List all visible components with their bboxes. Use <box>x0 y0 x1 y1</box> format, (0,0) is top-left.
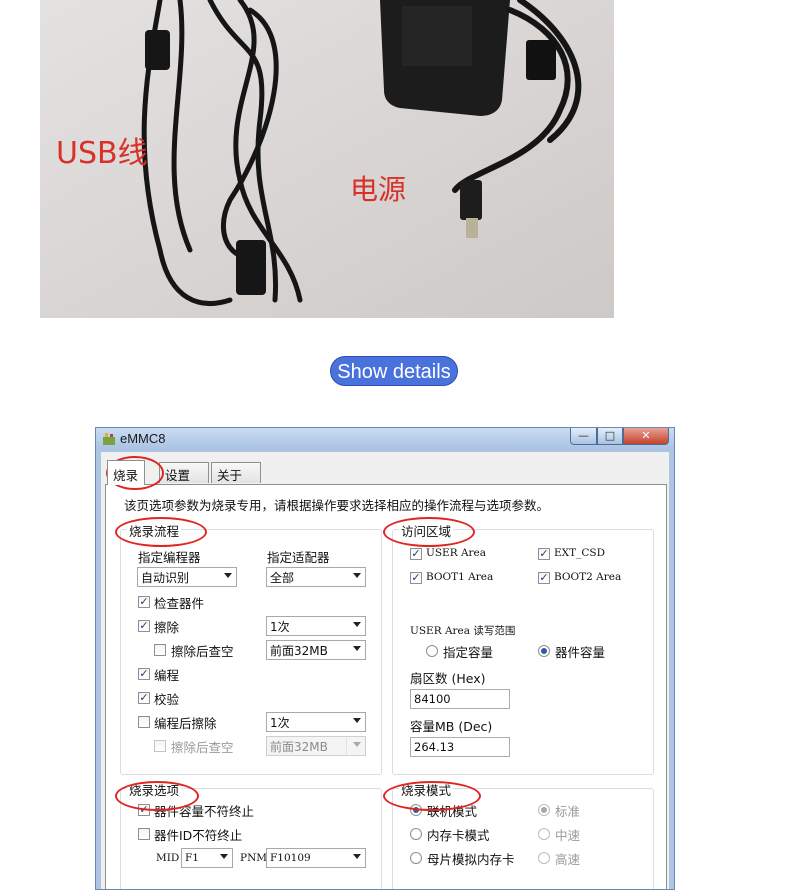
minimize-button[interactable]: — <box>570 428 597 445</box>
capacity-label: 容量MB (Dec) <box>410 719 493 734</box>
app-icon <box>103 433 115 445</box>
high-speed-label: 高速 <box>555 852 581 867</box>
medium-speed-label: 中速 <box>555 828 581 843</box>
pnm-value: F10109 <box>270 852 311 864</box>
chevron-down-icon <box>353 622 361 627</box>
ext-csd-checkbox[interactable]: ✓ <box>538 548 550 560</box>
specified-capacity-label: 指定容量 <box>443 645 494 660</box>
chevron-down-icon <box>220 854 228 859</box>
annotation-ring-burn-flow <box>115 517 207 547</box>
chevron-down-icon <box>224 573 232 578</box>
sector-label: 扇区数 (Hex) <box>410 671 486 686</box>
adapter-value: 全部 <box>270 571 295 585</box>
mid-value: F1 <box>185 852 199 864</box>
id-mismatch-checkbox[interactable] <box>138 828 150 840</box>
usb-cable-label: USB线 <box>56 136 148 171</box>
program-label: 编程 <box>154 668 180 683</box>
blank-range-2-select: 前面32MB <box>266 736 366 756</box>
programmer-value: 自动识别 <box>141 571 190 585</box>
chevron-down-icon <box>353 718 361 723</box>
blank-check-label: 擦除后查空 <box>171 644 234 659</box>
product-photo: USB线 电源 <box>40 0 614 318</box>
boot2-label: BOOT2 Area <box>554 571 622 583</box>
high-speed-radio <box>538 852 550 864</box>
blank-range-select[interactable]: 前面32MB <box>266 640 366 660</box>
programmer-label: 指定编程器 <box>138 550 201 565</box>
erase-after-program-count-select[interactable]: 1次 <box>266 712 366 732</box>
range-label-text: USER Area 读写范围 <box>410 625 516 637</box>
window-client: 烧录 设置 关于 该页选项参数为烧录专用，请根据操作要求选择相应的操作流程与选项… <box>101 452 669 889</box>
pnm-select[interactable]: F10109 <box>266 848 366 868</box>
chevron-down-icon <box>353 742 361 747</box>
show-details-button[interactable]: Show details <box>330 356 458 386</box>
check-device-checkbox[interactable]: ✓ <box>138 596 150 608</box>
adapter-label: 指定适配器 <box>267 550 330 565</box>
maximize-button[interactable]: □ <box>597 428 623 445</box>
intro-text: 该页选项参数为烧录专用，请根据操作要求选择相应的操作流程与选项参数。 <box>124 498 550 513</box>
mid-label: MID <box>156 852 180 864</box>
adapter-select[interactable]: 全部 <box>266 567 366 587</box>
standard-speed-label: 标准 <box>555 804 581 819</box>
blank-check-checkbox[interactable] <box>154 644 166 656</box>
mother-emulate-label: 母片模拟内存卡 <box>427 852 515 867</box>
medium-speed-radio <box>538 828 550 840</box>
check-device-label: 检查器件 <box>154 596 205 611</box>
annotation-ring-access-area <box>383 517 475 547</box>
annotation-ring-burn-options <box>115 781 199 811</box>
erase-after-program-count-value: 1次 <box>270 716 290 730</box>
ext-csd-label: EXT_CSD <box>554 547 606 559</box>
pnm-label: PNM <box>240 852 268 864</box>
tab-about[interactable]: 关于 <box>211 462 261 483</box>
device-capacity-label: 器件容量 <box>555 645 606 660</box>
memcard-mode-label: 内存卡模式 <box>427 828 490 843</box>
chevron-down-icon <box>353 573 361 578</box>
title-bar[interactable]: eMMC8 — □ ✕ <box>96 428 674 450</box>
erase-after-program-label: 编程后擦除 <box>154 716 217 731</box>
mid-select[interactable]: F1 <box>181 848 233 868</box>
user-area-label: USER Area <box>426 547 487 559</box>
blank-range-2-value: 前面32MB <box>270 740 328 754</box>
power-adapter-label: 电源 <box>350 173 407 206</box>
access-area-group: 访问区域 ✓ USER Area ✓ EXT_CSD ✓ BOOT1 Area … <box>392 521 654 775</box>
specified-capacity-radio[interactable] <box>426 645 438 657</box>
chevron-down-icon <box>353 854 361 859</box>
burn-flow-group: 烧录流程 指定编程器 指定适配器 自动识别 全部 ✓ 检查器件 ✓ 擦除 1次 … <box>120 521 382 775</box>
window-title: eMMC8 <box>120 431 166 446</box>
erase-checkbox[interactable]: ✓ <box>138 620 150 632</box>
boot2-checkbox[interactable]: ✓ <box>538 572 550 584</box>
standard-speed-radio <box>538 804 550 816</box>
erase-label: 擦除 <box>154 620 180 635</box>
blank-check-2-label: 擦除后查空 <box>171 740 234 755</box>
capacity-input[interactable]: 264.13 <box>410 737 510 757</box>
chevron-down-icon <box>353 646 361 651</box>
blank-range-value: 前面32MB <box>270 644 328 658</box>
id-mismatch-label: 器件ID不符终止 <box>154 828 243 843</box>
memcard-mode-radio[interactable] <box>410 828 422 840</box>
user-area-checkbox[interactable]: ✓ <box>410 548 422 560</box>
blank-check-2-checkbox <box>154 740 166 752</box>
programmer-select[interactable]: 自动识别 <box>137 567 237 587</box>
boot1-checkbox[interactable]: ✓ <box>410 572 422 584</box>
close-button[interactable]: ✕ <box>623 428 669 445</box>
emmc8-window: eMMC8 — □ ✕ 烧录 设置 关于 该页选项参数为烧录专用，请根据操作要求… <box>95 427 675 890</box>
sector-input[interactable]: 84100 <box>410 689 510 709</box>
annotation-ring-burn-mode <box>383 781 481 811</box>
boot1-label: BOOT1 Area <box>426 571 494 583</box>
verify-label: 校验 <box>154 692 180 707</box>
program-checkbox[interactable]: ✓ <box>138 668 150 680</box>
tab-settings[interactable]: 设置 <box>159 462 209 483</box>
erase-count-select[interactable]: 1次 <box>266 616 366 636</box>
verify-checkbox[interactable]: ✓ <box>138 692 150 704</box>
erase-count-value: 1次 <box>270 620 290 634</box>
device-capacity-radio[interactable] <box>538 645 550 657</box>
range-label: USER Area 读写范围 <box>410 622 515 638</box>
burn-tab-page: 该页选项参数为烧录专用，请根据操作要求选择相应的操作流程与选项参数。 烧录流程 … <box>105 484 667 889</box>
erase-after-program-checkbox[interactable] <box>138 716 150 728</box>
tab-burn[interactable]: 烧录 <box>107 460 146 485</box>
mother-emulate-radio[interactable] <box>410 852 422 864</box>
